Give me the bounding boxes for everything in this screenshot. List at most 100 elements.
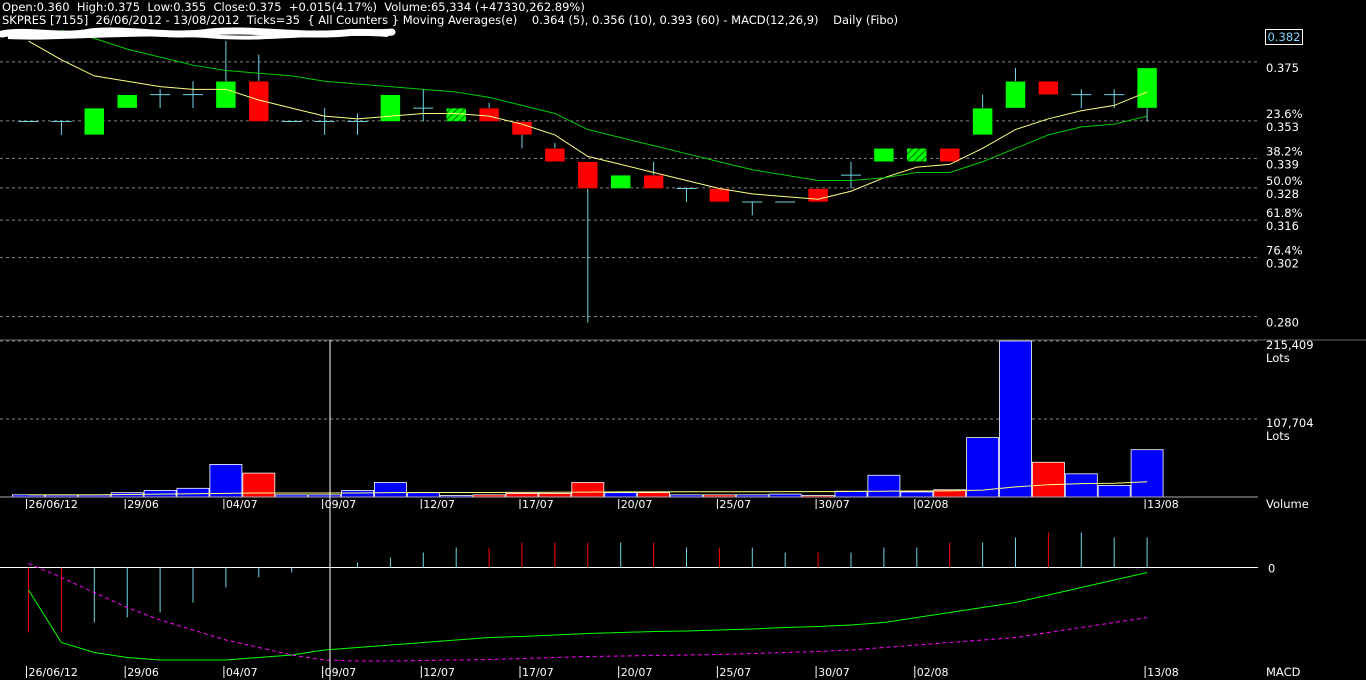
candle-body — [906, 148, 928, 162]
candle — [84, 107, 105, 136]
candle — [1071, 89, 1092, 109]
candle — [413, 89, 434, 122]
volume-bar — [637, 492, 670, 498]
candle — [116, 94, 138, 109]
volume-unit-label: Lots — [1266, 351, 1290, 365]
x-axis-label: 13/08 — [1147, 666, 1179, 679]
macd-panel-label: MACD — [1266, 665, 1301, 679]
candle-body — [939, 148, 960, 162]
candle-body — [577, 161, 599, 189]
fibo-level-label: 38.2% — [1266, 144, 1303, 158]
volume-bar — [341, 490, 374, 498]
candle-body — [380, 94, 401, 122]
x-axis-label: 30/07 — [818, 498, 850, 511]
candle — [51, 121, 72, 135]
fibo-level-label: 50.0% — [1266, 174, 1303, 188]
candle — [610, 174, 631, 189]
candle — [939, 148, 960, 162]
x-axis-label: 02/08 — [917, 666, 949, 679]
candle — [676, 188, 697, 202]
fibo-level-label: 23.6% — [1266, 107, 1303, 121]
candle-body — [1136, 67, 1158, 109]
candle — [742, 201, 763, 216]
candle — [445, 107, 467, 122]
volume-bar — [538, 492, 572, 498]
candle-body — [445, 107, 467, 122]
x-axis-label: 02/08 — [917, 498, 949, 511]
volume-bar — [373, 482, 407, 498]
x-axis-label: 17/07 — [522, 666, 554, 679]
volume-unit-label: Lots — [1266, 429, 1290, 443]
x-axis-label: 13/08 — [1147, 498, 1179, 511]
volume-bar — [966, 437, 999, 498]
candle — [183, 81, 203, 109]
volume-bar — [505, 492, 539, 498]
volume-bar — [1032, 461, 1065, 498]
candle — [709, 188, 730, 203]
ohlc-summary: Open:0.360 High:0.375 Low:0.355 Close:0.… — [2, 0, 585, 14]
x-axis-label: 25/07 — [719, 498, 751, 511]
candle-body — [84, 107, 105, 136]
candle-body — [610, 174, 631, 189]
x-axis-label: 12/07 — [423, 498, 455, 511]
price-tick-label: 0.302 — [1266, 257, 1299, 271]
fibo-level-label: 76.4% — [1266, 244, 1303, 258]
candle-body — [511, 121, 533, 136]
volume-bar — [1064, 473, 1098, 498]
candle — [347, 113, 368, 135]
candle — [248, 54, 270, 122]
x-axis-label: 09/07 — [325, 666, 357, 679]
price-tick-label: 0.339 — [1266, 157, 1299, 171]
price-tick-label: 0.375 — [1266, 61, 1299, 75]
x-axis-label: 29/06 — [127, 666, 159, 679]
candle — [1005, 67, 1026, 109]
volume-tick-label: 107,704 — [1266, 416, 1314, 430]
x-axis-label: 17/07 — [522, 498, 554, 511]
x-axis-label: 25/07 — [719, 666, 751, 679]
candle — [544, 142, 566, 162]
candle — [841, 161, 861, 189]
macd-zero-label: 0 — [1268, 562, 1275, 576]
candle — [577, 161, 599, 323]
volume-bar — [176, 487, 210, 498]
candle-body — [709, 188, 730, 203]
candle — [807, 188, 829, 203]
candle — [215, 41, 237, 109]
volume-bar — [900, 491, 934, 498]
candle — [380, 94, 401, 122]
price-tick-label: 0.316 — [1266, 219, 1299, 233]
volume-tick-label: 215,409 — [1266, 338, 1314, 352]
volume-bar — [1097, 485, 1131, 498]
volume-bar — [604, 492, 638, 498]
x-axis-label: 12/07 — [423, 666, 455, 679]
x-axis-label: 20/07 — [621, 666, 653, 679]
volume-panel-label: Volume — [1266, 497, 1309, 511]
candle-body — [478, 107, 500, 122]
candle — [1038, 81, 1059, 95]
volume-bar — [406, 492, 440, 498]
price-tick-label: 0.328 — [1266, 187, 1299, 201]
x-axis-label: 26/06/12 — [29, 498, 78, 511]
volume-bar — [867, 474, 901, 498]
candle — [873, 148, 895, 162]
candle-body — [116, 94, 138, 109]
candle-body — [873, 148, 895, 162]
candle-body — [643, 174, 664, 189]
candle — [972, 94, 993, 136]
candle — [511, 121, 533, 149]
x-axis-label: 04/07 — [226, 498, 258, 511]
volume-bar — [999, 340, 1032, 498]
macd-line — [28, 572, 1148, 661]
x-axis-label: 30/07 — [818, 666, 850, 679]
candle — [478, 102, 500, 122]
chart-window: 0.375 0.353 0.339 0.328 0.316 0.302 0.280 23.6%… — [0, 0, 1366, 680]
candle — [150, 89, 171, 109]
candle-body — [1005, 81, 1026, 109]
chart-canvas[interactable]: 0.375 0.353 0.339 0.328 0.316 0.302 0.280 23.6%… — [0, 0, 1366, 680]
candle — [643, 161, 664, 189]
candle — [314, 108, 335, 135]
x-axis-label: 09/07 — [325, 498, 357, 511]
candle-body — [544, 148, 566, 162]
candle-body — [972, 107, 993, 136]
price-tick-label: 0.353 — [1266, 120, 1299, 134]
